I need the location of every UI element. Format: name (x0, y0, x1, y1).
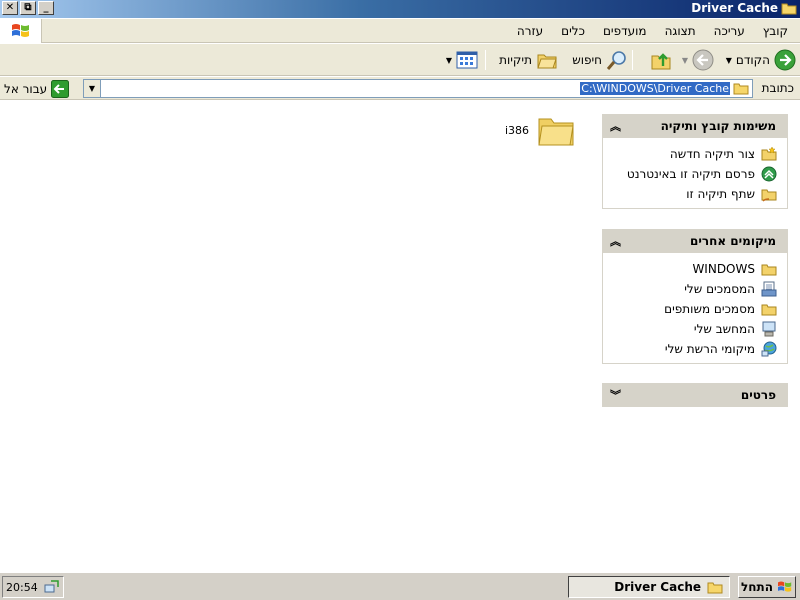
address-input[interactable]: ▼ C:\WINDOWS\Driver Cache (83, 79, 753, 98)
start-button[interactable]: התחל (738, 576, 796, 598)
toolbar: הקודם ▼ ▼ חיפוש תיקיות ▼ (0, 44, 800, 76)
expand-chevron-icon[interactable]: ︾ (610, 387, 621, 403)
search-label: חיפוש (572, 53, 602, 67)
folder-icon (707, 582, 723, 593)
file-tasks-title: משימות קובץ ותיקיה (660, 119, 776, 133)
windows-flag-icon (12, 24, 29, 37)
file-tasks-panel: משימות קובץ ותיקיה ︽ צור תיקיה חדשה פרסם… (602, 114, 788, 209)
task-label: פרסם תיקיה זו באינטרנט (626, 167, 755, 181)
file-item-i386[interactable]: i386 (505, 113, 575, 147)
new-folder-icon (761, 146, 777, 161)
title-bar[interactable]: Driver Cache ✕ ⧉ _ (0, 0, 800, 18)
file-tasks-header[interactable]: משימות קובץ ותיקיה ︽ (602, 114, 788, 138)
back-button[interactable]: הקודם ▼ (726, 48, 796, 72)
folder-icon (781, 3, 797, 15)
file-tasks-body: צור תיקיה חדשה פרסם תיקיה זו באינטרנט שת… (602, 138, 788, 209)
folders-button[interactable]: תיקיות (499, 48, 558, 72)
details-title: פרטים (740, 388, 776, 402)
forward-arrow-icon (692, 49, 714, 71)
restore-button[interactable]: ⧉ (20, 1, 36, 15)
place-label: המחשב שלי (693, 322, 755, 336)
other-places-body: WINDOWS המסמכים שלי מסמכים משותפים המחשב… (602, 253, 788, 364)
views-icon (456, 51, 478, 69)
place-label: מיקומי הרשת שלי (664, 342, 755, 356)
menu-file[interactable]: קובץ (763, 24, 788, 38)
address-value: C:\WINDOWS\Driver Cache (580, 82, 730, 95)
details-panel: פרטים ︾ (602, 383, 788, 407)
collapse-chevron-icon[interactable]: ︽ (610, 233, 621, 249)
share-folder-icon (761, 189, 777, 202)
back-dropdown-icon[interactable]: ▼ (726, 56, 732, 65)
my-computer-icon (762, 321, 776, 337)
file-name: i386 (505, 123, 530, 137)
go-button[interactable]: עבור אל (4, 79, 70, 98)
other-places-title: מיקומים אחרים (689, 234, 776, 248)
menu-favorites[interactable]: מועדפים (603, 24, 647, 38)
place-label: המסמכים שלי (684, 282, 755, 296)
go-arrow-icon (51, 79, 70, 98)
search-button[interactable]: חיפוש (572, 48, 628, 72)
place-windows[interactable]: WINDOWS (611, 259, 777, 279)
windows-logo (0, 19, 42, 43)
address-bar: כתובת ▼ C:\WINDOWS\Driver Cache עבור אל (0, 77, 800, 100)
up-button[interactable] (650, 48, 672, 72)
menu-edit[interactable]: עריכה (714, 24, 745, 38)
task-label: שתף תיקיה זו (686, 187, 755, 201)
place-shared-documents[interactable]: מסמכים משותפים (611, 299, 777, 319)
taskbar-window-label: Driver Cache (614, 580, 701, 594)
details-header[interactable]: פרטים ︾ (602, 383, 788, 407)
views-button[interactable]: ▼ (446, 48, 478, 72)
go-label: עבור אל (4, 81, 48, 96)
taskbar: התחל Driver Cache 20:54 (0, 572, 800, 600)
close-button[interactable]: ✕ (2, 1, 18, 15)
other-places-header[interactable]: מיקומים אחרים ︽ (602, 229, 788, 253)
menu-help[interactable]: עזרה (517, 24, 543, 38)
window-title: Driver Cache (691, 1, 778, 15)
folders-label: תיקיות (499, 53, 532, 67)
shared-documents-icon (761, 304, 777, 316)
my-documents-icon (761, 281, 777, 297)
place-label: WINDOWS (692, 262, 755, 276)
place-network[interactable]: מיקומי הרשת שלי (611, 339, 777, 359)
start-label: התחל (741, 580, 773, 594)
folder-icon (538, 118, 574, 146)
task-publish-web[interactable]: פרסם תיקיה זו באינטרנט (611, 164, 777, 184)
address-dropdown-icon[interactable]: ▼ (84, 80, 101, 97)
network-places-icon (761, 341, 777, 357)
task-label: צור תיקיה חדשה (669, 147, 755, 161)
back-label: הקודם (735, 53, 770, 67)
task-new-folder[interactable]: צור תיקיה חדשה (611, 144, 777, 164)
windows-flag-icon (777, 581, 792, 592)
other-places-panel: מיקומים אחרים ︽ WINDOWS המסמכים שלי מסמכ… (602, 229, 788, 364)
search-icon (606, 51, 626, 70)
place-my-computer[interactable]: המחשב שלי (611, 319, 777, 339)
minimize-button[interactable]: _ (38, 1, 54, 15)
system-tray: 20:54 (2, 576, 64, 598)
forward-dropdown-icon[interactable]: ▼ (682, 56, 688, 65)
folder-up-icon (651, 53, 671, 70)
folder-icon (761, 264, 777, 276)
menu-view[interactable]: תצוגה (665, 24, 696, 38)
menu-tools[interactable]: כלים (561, 24, 585, 38)
address-label: כתובת (761, 81, 794, 95)
content-area[interactable]: משימות קובץ ותיקיה ︽ צור תיקיה חדשה פרסם… (0, 101, 800, 572)
clock[interactable]: 20:54 (6, 581, 38, 594)
place-my-documents[interactable]: המסמכים שלי (611, 279, 777, 299)
toolbar-separator (485, 50, 486, 70)
back-arrow-icon (774, 49, 796, 71)
network-tray-icon[interactable] (44, 579, 60, 595)
place-label: מסמכים משותפים (664, 302, 755, 316)
views-dropdown-icon[interactable]: ▼ (446, 56, 452, 65)
publish-web-icon (761, 166, 777, 182)
folder-icon (733, 83, 749, 95)
menu-bar: קובץ עריכה תצוגה מועדפים כלים עזרה (0, 19, 800, 43)
taskbar-window-button[interactable]: Driver Cache (568, 576, 730, 598)
folders-icon (537, 54, 557, 69)
toolbar-separator (632, 50, 633, 70)
task-share-folder[interactable]: שתף תיקיה זו (611, 184, 777, 204)
collapse-chevron-icon[interactable]: ︽ (610, 118, 621, 134)
forward-button[interactable]: ▼ (682, 48, 714, 72)
